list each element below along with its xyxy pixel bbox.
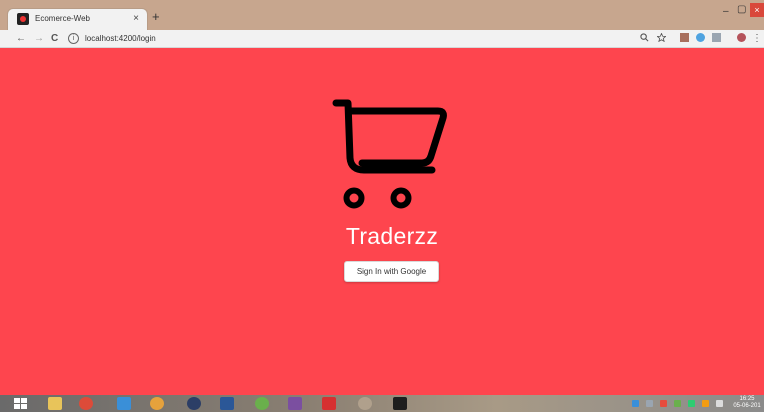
sign-in-with-google-button[interactable]: Sign In with Google [344, 261, 439, 282]
tray-icon[interactable] [646, 400, 653, 407]
android-studio-icon[interactable] [255, 397, 269, 410]
tab-ecomerce-web[interactable]: Ecomerce-Web × [7, 8, 148, 30]
back-button[interactable]: ← [16, 32, 26, 45]
shopping-cart-icon [332, 99, 447, 209]
browser-window: Ecomerce-Web × + – ▢ × ← → C i localhost… [0, 0, 764, 412]
word-icon[interactable] [220, 397, 234, 410]
tray-icon[interactable] [660, 400, 667, 407]
browser-toolbar: ← → C i localhost:4200/login ⋮ [0, 30, 764, 48]
settings-gear-icon[interactable] [358, 397, 372, 410]
extension-icon[interactable] [696, 33, 705, 42]
windows-taskbar: 16:25 05-06-201 [0, 395, 764, 412]
reload-button[interactable]: C [51, 32, 58, 45]
tab-close-icon[interactable]: × [133, 13, 139, 25]
forward-button[interactable]: → [34, 32, 44, 45]
onedrive-icon[interactable] [117, 397, 131, 410]
brand-title: Traderzz [345, 223, 439, 249]
network-signal-icon[interactable] [716, 400, 723, 407]
tab-strip: Ecomerce-Web × + – ▢ × [0, 0, 764, 30]
clock-time: 16:25 [739, 396, 755, 402]
new-tab-button[interactable]: + [152, 10, 160, 24]
extension-icon[interactable] [680, 33, 689, 42]
tray-icon[interactable] [702, 400, 709, 407]
eclipse-icon[interactable] [187, 397, 201, 410]
terminal-icon[interactable] [393, 397, 407, 410]
close-window-button[interactable]: × [750, 3, 764, 17]
visual-studio-icon[interactable] [288, 397, 302, 410]
zoom-icon[interactable] [640, 33, 649, 42]
url-text[interactable]: localhost:4200/login [85, 34, 156, 43]
maximize-button[interactable]: ▢ [737, 4, 746, 15]
tray-icon[interactable] [674, 400, 681, 407]
site-info-icon[interactable]: i [68, 33, 79, 44]
tray-icon[interactable] [632, 400, 639, 407]
file-explorer-icon[interactable] [48, 397, 62, 410]
minimize-button[interactable]: – [723, 6, 729, 17]
address-bar[interactable]: i localhost:4200/login [68, 32, 678, 46]
bookmark-star-icon[interactable] [657, 33, 666, 42]
app-icon[interactable] [322, 397, 336, 410]
angular-favicon-icon [17, 13, 29, 25]
profile-avatar-icon[interactable] [737, 33, 746, 42]
clock-date: 05-06-201 [733, 403, 761, 409]
login-page: Traderzz Sign In with Google [0, 48, 764, 395]
windows-start-icon[interactable] [14, 398, 28, 409]
photos-icon[interactable] [150, 397, 164, 410]
kebab-menu-icon[interactable]: ⋮ [752, 33, 762, 44]
taskbar-clock[interactable]: 16:25 05-06-201 [730, 396, 764, 410]
tab-title: Ecomerce-Web [35, 14, 90, 23]
chrome-icon[interactable] [79, 397, 93, 410]
tray-icon[interactable] [688, 400, 695, 407]
cast-icon[interactable] [712, 33, 721, 42]
